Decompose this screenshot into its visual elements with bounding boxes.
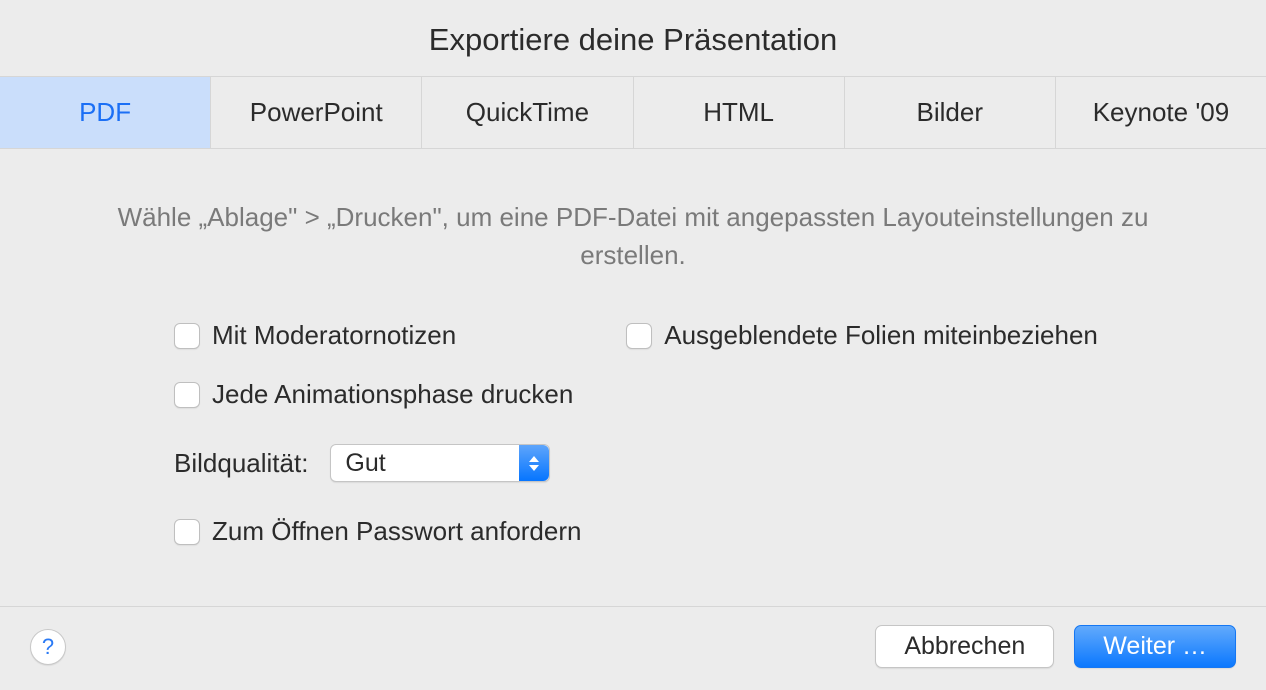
dialog-title: Exportiere deine Präsentation <box>0 0 1266 76</box>
tab-images[interactable]: Bilder <box>845 77 1056 148</box>
checkbox-include-hidden[interactable] <box>626 323 652 349</box>
tab-html[interactable]: HTML <box>634 77 845 148</box>
footer-buttons: Abbrechen Weiter … <box>875 625 1236 668</box>
chevron-updown-icon <box>519 445 549 481</box>
label-include-hidden: Ausgeblendete Folien miteinbeziehen <box>664 320 1098 351</box>
checkbox-each-animation[interactable] <box>174 382 200 408</box>
footer-bar: ? Abbrechen Weiter … <box>0 606 1266 690</box>
tab-quicktime[interactable]: QuickTime <box>422 77 633 148</box>
label-image-quality: Bildqualität: <box>174 448 308 479</box>
tab-keynote09[interactable]: Keynote '09 <box>1056 77 1266 148</box>
help-button[interactable]: ? <box>30 629 66 665</box>
checkbox-password-required[interactable] <box>174 519 200 545</box>
tab-pdf[interactable]: PDF <box>0 77 211 148</box>
label-each-animation: Jede Animationsphase drucken <box>212 379 573 410</box>
select-value: Gut <box>331 449 519 478</box>
format-tabs: PDF PowerPoint QuickTime HTML Bilder Key… <box>0 76 1266 149</box>
tab-powerpoint[interactable]: PowerPoint <box>211 77 422 148</box>
label-password-required: Zum Öffnen Passwort anfordern <box>212 516 581 547</box>
checkbox-presenter-notes[interactable] <box>174 323 200 349</box>
select-image-quality[interactable]: Gut <box>330 444 550 482</box>
content-area: Wähle „Ablage" > „Drucken", um eine PDF-… <box>0 149 1266 606</box>
options-panel: Mit Moderatornotizen Ausgeblendete Folie… <box>80 320 1186 547</box>
next-button[interactable]: Weiter … <box>1074 625 1236 668</box>
label-presenter-notes: Mit Moderatornotizen <box>212 320 456 351</box>
hint-text: Wähle „Ablage" > „Drucken", um eine PDF-… <box>80 199 1186 274</box>
cancel-button[interactable]: Abbrechen <box>875 625 1054 668</box>
